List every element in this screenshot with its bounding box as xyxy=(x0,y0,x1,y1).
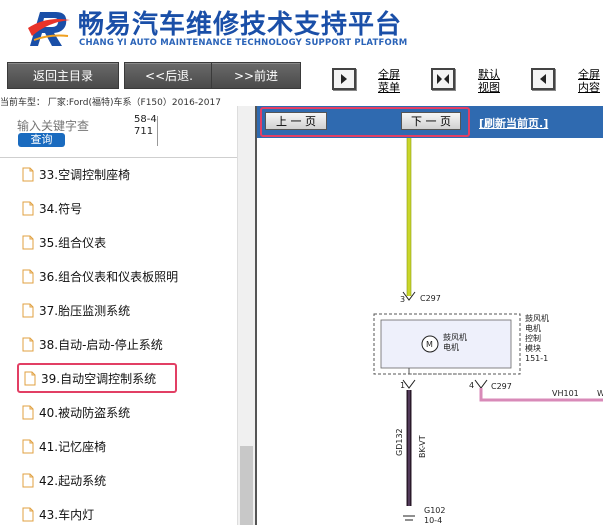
fullscreen-content-line2: 内容 xyxy=(578,81,600,94)
sidebar-item[interactable]: 38.自动-启动-停止系统 xyxy=(17,330,163,358)
logo-icon xyxy=(28,12,70,46)
pin-3-label: 3 xyxy=(400,295,405,304)
default-view-line2: 视图 xyxy=(478,81,500,94)
fullscreen-content-label[interactable]: 全屏 内容 xyxy=(578,68,600,94)
default-view-label[interactable]: 默认 视图 xyxy=(478,68,500,94)
motor-symbol: M xyxy=(426,340,433,349)
sidebar-item[interactable]: 42.起动系统 xyxy=(17,466,106,494)
sidebar-item-label: 42.起动系统 xyxy=(39,473,107,488)
forward-button[interactable]: >>前进 xyxy=(211,62,301,89)
module-label-5: 151-1 xyxy=(525,354,548,363)
default-view-line1: 默认 xyxy=(478,68,500,81)
search-area: 查询 58-4711 xyxy=(0,106,255,158)
document-icon xyxy=(22,201,34,215)
document-icon xyxy=(22,235,34,249)
motor-text-1: 鼓风机 xyxy=(443,332,467,342)
pin-4-label: 4 xyxy=(469,381,474,390)
sidebar-item-label: 40.被动防盗系统 xyxy=(39,405,131,420)
sidebar-item[interactable]: 33.空调控制座椅 xyxy=(17,160,130,188)
document-icon xyxy=(22,167,34,181)
document-icon xyxy=(22,303,34,317)
sidebar-item[interactable]: 39.自动空调控制系统 xyxy=(17,363,177,393)
sidebar-item-label: 33.空调控制座椅 xyxy=(39,167,131,182)
sidebar-item-label: 43.车内灯 xyxy=(39,507,95,522)
fullscreen-content-icon[interactable] xyxy=(531,68,555,90)
diagram-toolbar: 上 一 页 下 一 页 [刷新当前页.] xyxy=(257,106,603,138)
diagram-pane: 3 C297 M 鼓风机 电机 鼓风机 电机 控制 模块 151-1 1 4 C… xyxy=(255,106,603,525)
document-icon xyxy=(22,269,34,283)
motor-text-2: 电机 xyxy=(443,342,459,352)
wiring-diagram: 3 C297 M 鼓风机 电机 鼓风机 电机 控制 模块 151-1 1 4 C… xyxy=(373,138,603,525)
fullscreen-menu-icon[interactable] xyxy=(332,68,356,90)
document-icon xyxy=(22,337,34,351)
default-view-icon[interactable] xyxy=(431,68,455,90)
module-label-2: 电机 xyxy=(525,323,541,333)
document-icon xyxy=(22,405,34,419)
module-label-4: 模块 xyxy=(525,343,541,353)
wire-gd-label: GD132 xyxy=(395,428,404,456)
back-button[interactable]: <<后退. xyxy=(124,62,214,89)
sidebar-item[interactable]: 35.组合仪表 xyxy=(17,228,106,256)
sidebar-item[interactable]: 37.胎压监测系统 xyxy=(17,296,130,324)
sidebar-item-label: 38.自动-启动-停止系统 xyxy=(39,337,163,352)
document-icon xyxy=(22,473,34,487)
sidebar-item[interactable]: 36.组合仪表和仪表板照明 xyxy=(17,262,178,290)
wire-right-trunc: W xyxy=(597,389,603,398)
scrollbar-thumb[interactable] xyxy=(240,446,253,525)
document-icon xyxy=(22,507,34,521)
fullscreen-menu-label[interactable]: 全屏 菜单 xyxy=(378,68,400,94)
pin-1-label: 1 xyxy=(400,381,405,390)
header: 畅易汽车维修技术支持平台 CHANG YI AUTO MAINTENANCE T… xyxy=(0,0,603,58)
document-icon xyxy=(22,439,34,453)
home-button[interactable]: 返回主目录 xyxy=(7,62,119,89)
sidebar-item-label: 41.记忆座椅 xyxy=(39,439,107,454)
page-reference: 58-4711 xyxy=(134,114,157,137)
search-button[interactable]: 查询 xyxy=(18,133,65,147)
fullscreen-content-line1: 全屏 xyxy=(578,68,600,81)
divider xyxy=(157,116,158,146)
wire-right-label: VH101 xyxy=(552,389,579,398)
sidebar-item-label: 35.组合仪表 xyxy=(39,235,107,250)
next-page-button[interactable]: 下 一 页 xyxy=(401,112,461,130)
refresh-page-link[interactable]: [刷新当前页.] xyxy=(479,115,548,131)
sidebar-item-label: 36.组合仪表和仪表板照明 xyxy=(39,269,179,284)
sidebar-item-label: 37.胎压监测系统 xyxy=(39,303,131,318)
fullscreen-menu-line1: 全屏 xyxy=(378,68,400,81)
divider xyxy=(0,157,237,158)
sidebar-item[interactable]: 41.记忆座椅 xyxy=(17,432,106,460)
connector-right-label: C297 xyxy=(491,382,512,391)
wire-color-label: BK-VT xyxy=(418,435,427,458)
ground-ref: 10-4 xyxy=(424,516,442,525)
document-icon xyxy=(24,371,36,385)
sidebar-item-label: 34.符号 xyxy=(39,201,83,216)
site-title: 畅易汽车维修技术支持平台 xyxy=(78,10,403,40)
sidebar-scrollbar[interactable] xyxy=(237,106,255,525)
prev-page-button[interactable]: 上 一 页 xyxy=(265,112,327,130)
sidebar-item[interactable]: 40.被动防盗系统 xyxy=(17,398,130,426)
sidebar-item[interactable]: 43.车内灯 xyxy=(17,500,94,525)
module-label-1: 鼓风机 xyxy=(525,313,549,323)
connector-top-label: C297 xyxy=(420,294,441,303)
search-input[interactable] xyxy=(17,118,127,134)
ground-label: G102 xyxy=(424,506,445,515)
module-label-3: 控制 xyxy=(525,333,541,343)
fullscreen-menu-line2: 菜单 xyxy=(378,81,400,94)
sidebar: 查询 58-4711 33.空调控制座椅 34.符号 35.组合仪表 36.组合仪表和… xyxy=(0,106,255,525)
sidebar-item[interactable]: 34.符号 xyxy=(17,194,82,222)
app-page: 畅易汽车维修技术支持平台 CHANG YI AUTO MAINTENANCE T… xyxy=(0,0,603,525)
site-subtitle: CHANG YI AUTO MAINTENANCE TECHNOLOGY SUP… xyxy=(79,38,408,48)
sidebar-item-label: 39.自动空调控制系统 xyxy=(41,371,157,386)
